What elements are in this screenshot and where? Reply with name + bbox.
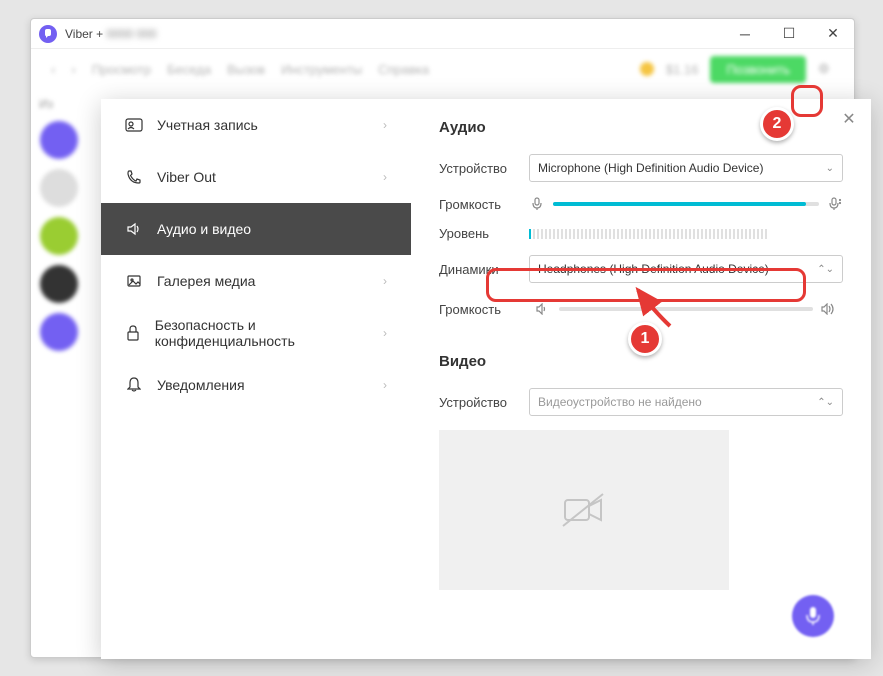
speaker-low-icon [535,301,551,317]
sidebar-item-label: Безопасность и конфиденциальность [155,317,369,349]
phone-icon [125,168,143,186]
chevron-right-icon: › [383,326,387,340]
maximize-button[interactable]: ☐ [776,21,802,47]
chat-list-blur: Из [31,89,86,629]
coin-icon [640,62,654,76]
mic-level-label: Уровень [439,226,529,241]
settings-modal: Учетная запись › Viber Out › Аудио и вид… [101,99,871,659]
sidebar-item-label: Viber Out [157,169,216,185]
camera-off-icon [559,490,609,530]
gallery-icon [125,272,143,290]
sidebar-item-label: Галерея медиа [157,273,255,289]
sidebar-item-label: Уведомления [157,377,245,393]
sidebar-item-label: Аудио и видео [157,221,251,237]
minimize-button[interactable]: ─ [732,21,758,47]
window-title: Viber + 0000 000 [65,27,157,41]
gear-icon[interactable]: ⚙ [818,61,834,77]
chevron-right-icon: › [383,170,387,184]
titlebar: Viber + 0000 000 ─ ☐ ✕ [31,19,854,49]
speaker-high-icon [821,301,837,317]
speaker-icon [125,220,143,238]
mic-low-icon [529,196,545,212]
main-menubar: ‹› Просмотр Беседа Вызов Инструменты Спр… [31,49,854,89]
annotation-badge-1: 1 [628,322,662,356]
sidebar-item-viber-out[interactable]: Viber Out › [101,151,411,203]
chevron-right-icon: › [383,274,387,288]
sidebar-item-label: Учетная запись [157,117,258,133]
chevron-right-icon: › [383,378,387,392]
video-device-select[interactable]: Видеоустройство не найдено⌃⌄ [529,388,843,416]
voice-message-fab[interactable] [792,595,834,637]
speaker-volume-label: Громкость [439,302,529,317]
dropdown-arrow-icon: ⌃⌄ [817,264,834,275]
app-window: Viber + 0000 000 ─ ☐ ✕ ‹› Просмотр Бесед… [30,18,855,658]
sidebar-item-account[interactable]: Учетная запись › [101,99,411,151]
mic-volume-slider[interactable] [529,196,843,212]
chevron-right-icon: › [383,118,387,132]
close-settings-button[interactable]: ✕ [837,107,861,131]
video-preview [439,430,729,590]
lock-icon [125,324,141,342]
account-icon [125,116,143,134]
dropdown-arrow-icon: ⌄ [826,163,834,174]
sidebar-item-privacy[interactable]: Безопасность и конфиденциальность › [101,307,411,359]
speakers-select[interactable]: Headphones (High Definition Audio Device… [529,255,843,283]
mic-high-icon [827,196,843,212]
sidebar-item-media-gallery[interactable]: Галерея медиа › [101,255,411,307]
bell-icon [125,376,143,394]
call-button[interactable]: Позвонить [710,56,806,83]
sidebar-item-notifications[interactable]: Уведомления › [101,359,411,411]
speaker-volume-slider[interactable] [529,297,843,321]
dropdown-arrow-icon: ⌃⌄ [817,397,834,408]
video-device-label: Устройство [439,395,529,410]
mic-level-meter [529,229,843,239]
annotation-badge-2: 2 [760,107,794,141]
sidebar-item-audio-video[interactable]: Аудио и видео [101,203,411,255]
speakers-label: Динамики [439,262,529,277]
mic-device-label: Устройство [439,161,529,176]
settings-sidebar: Учетная запись › Viber Out › Аудио и вид… [101,99,411,659]
viber-logo-icon [39,25,57,43]
window-close-button[interactable]: ✕ [820,21,846,47]
mic-volume-label: Громкость [439,197,529,212]
mic-device-select[interactable]: Microphone (High Definition Audio Device… [529,154,843,182]
settings-panel: ✕ Аудио Устройство Microphone (High Defi… [411,99,871,659]
